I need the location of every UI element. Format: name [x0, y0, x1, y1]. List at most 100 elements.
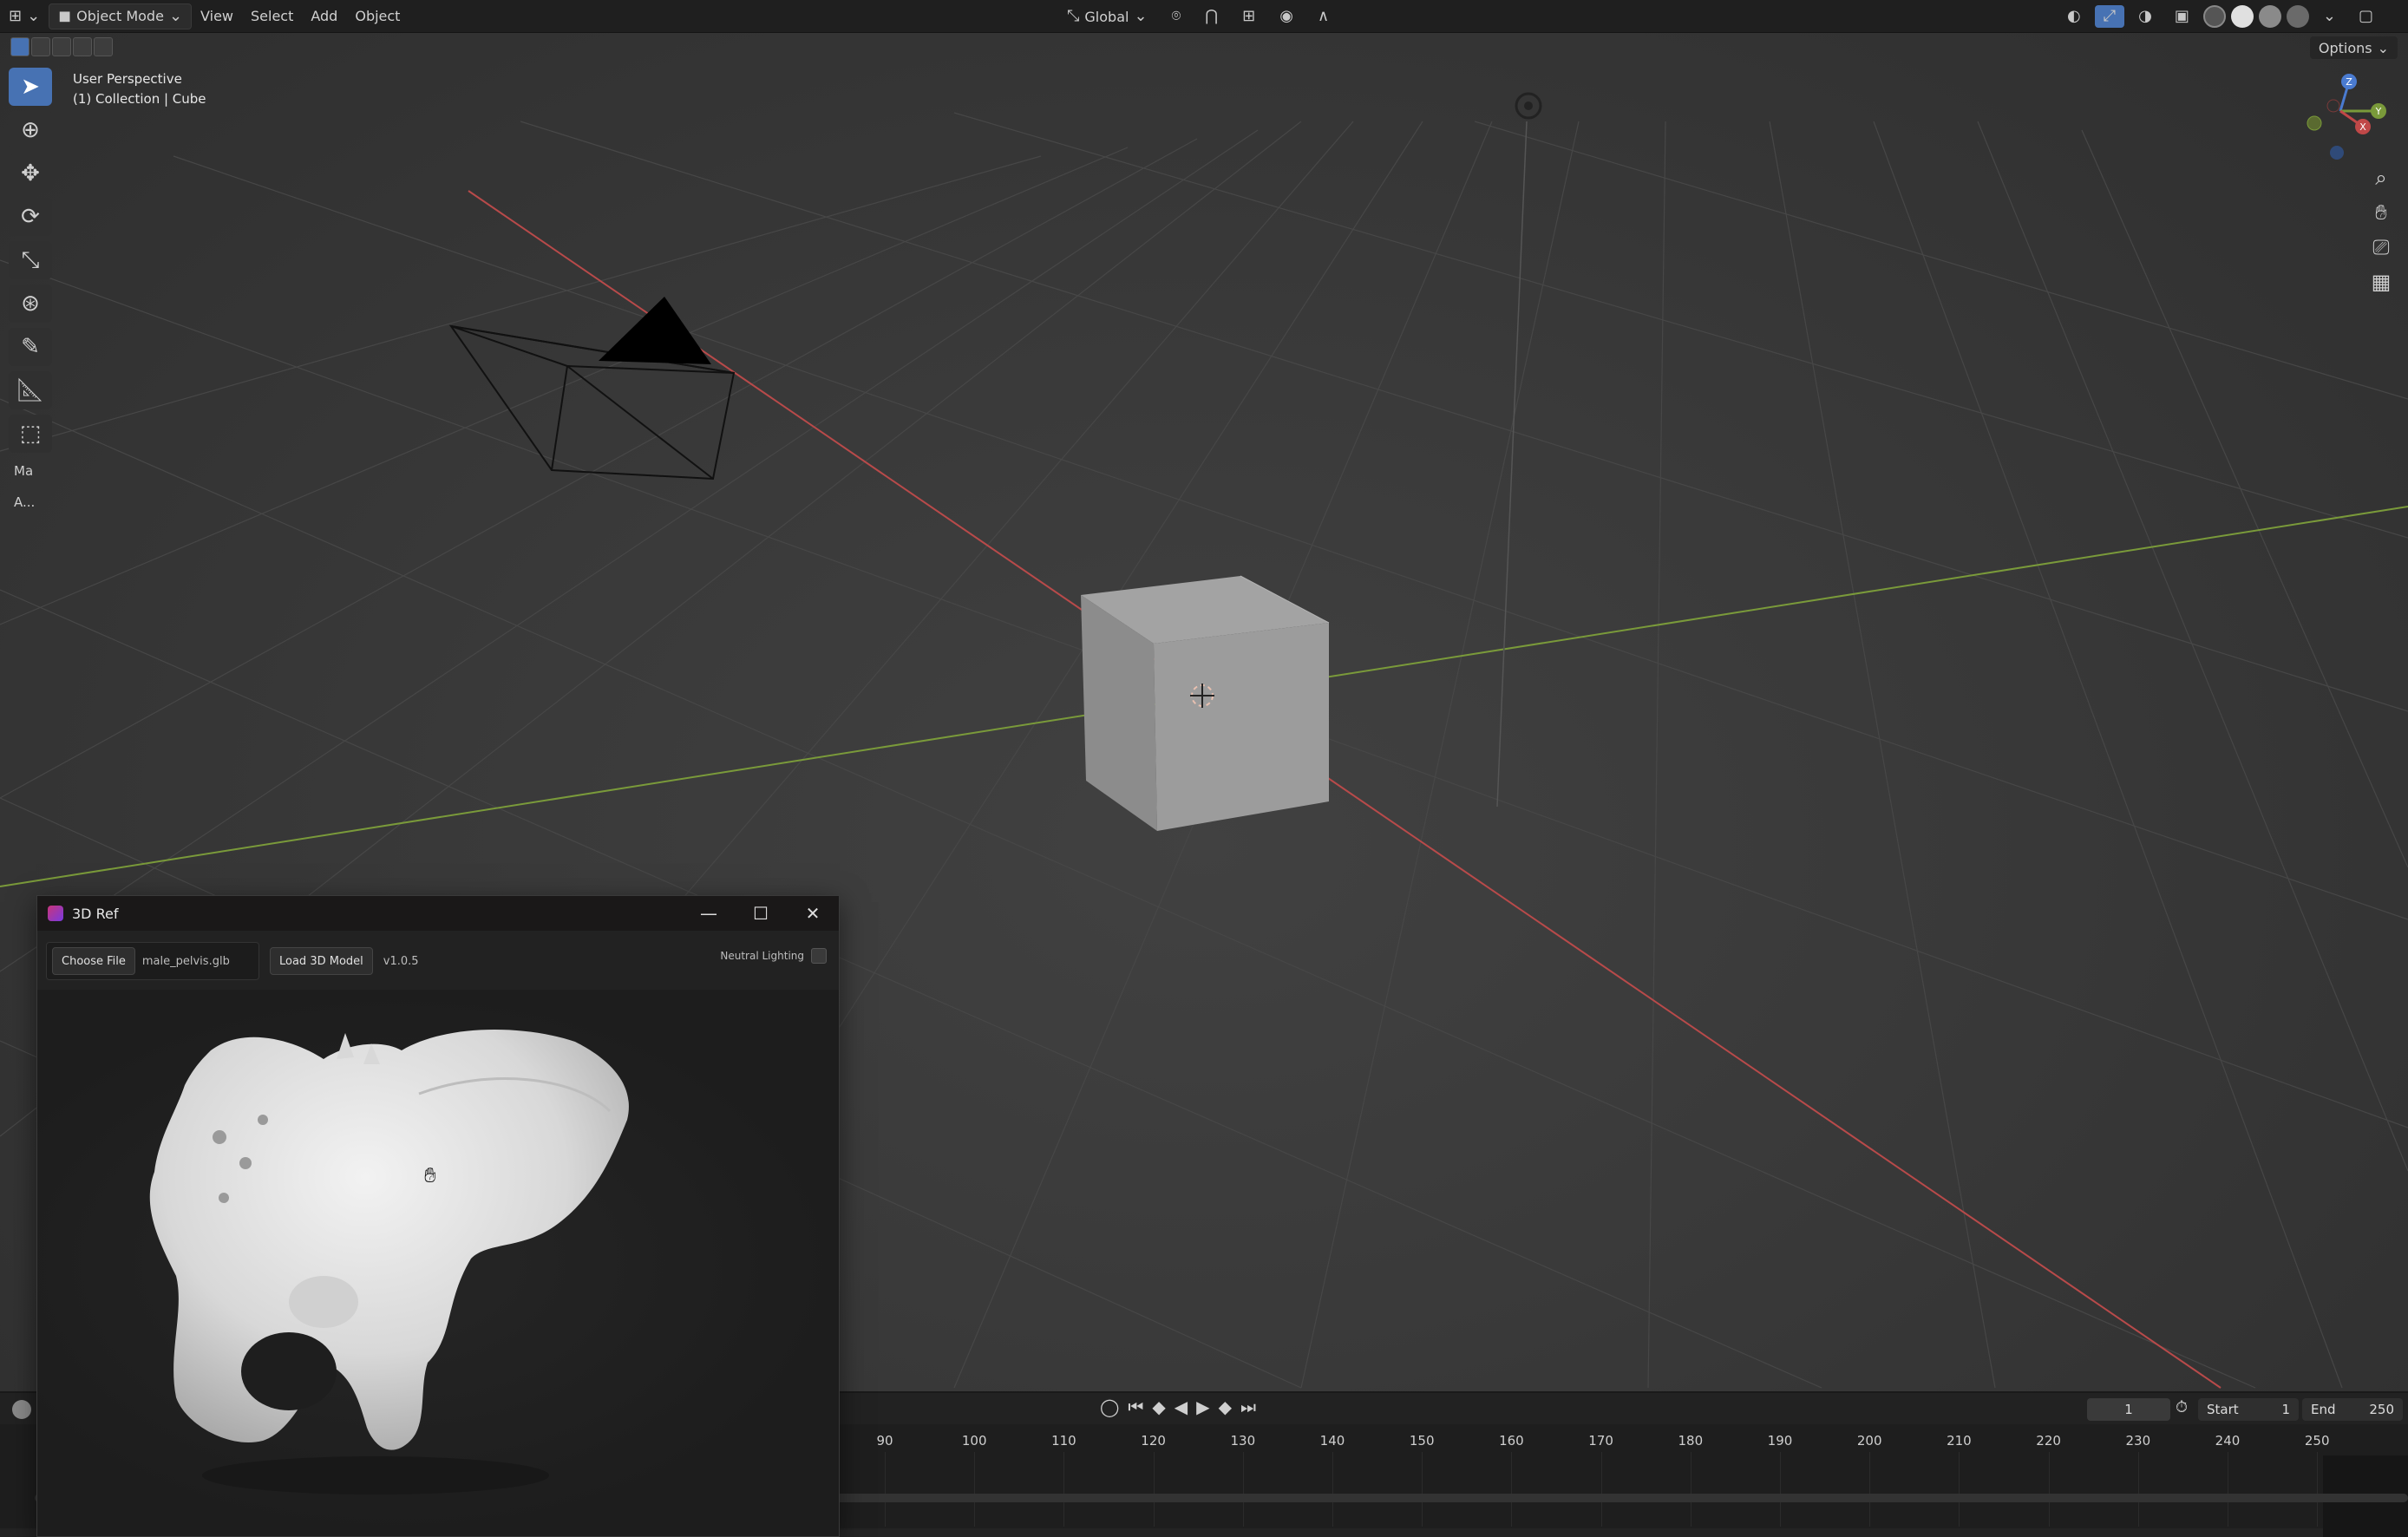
- rotate-icon: ⟳: [21, 204, 40, 230]
- version-label: v1.0.5: [383, 954, 419, 968]
- wireframe-shading-button[interactable]: [2202, 5, 2226, 28]
- options-dropdown[interactable]: Options ⌄: [2309, 36, 2398, 59]
- view-name: User Perspective: [73, 71, 182, 87]
- menu-add[interactable]: Add: [302, 3, 346, 29]
- jump-start-icon[interactable]: ⏮: [1128, 1396, 1143, 1417]
- navigation-gizmo[interactable]: Z Y X: [2288, 68, 2392, 172]
- play-reverse-icon[interactable]: ◀: [1175, 1396, 1188, 1417]
- jump-end-icon[interactable]: ⏭: [1240, 1396, 1256, 1417]
- addon-panel-toggle[interactable]: Ma: [9, 458, 52, 484]
- solid-shading-button[interactable]: [2230, 5, 2254, 28]
- selected-file-name: male_pelvis.glb: [141, 954, 230, 968]
- end-frame-field[interactable]: End 250: [2302, 1398, 2403, 1421]
- pivot-dropdown[interactable]: ⌾: [1163, 3, 1190, 29]
- cube-object: [1081, 575, 1330, 831]
- scale-tool-button[interactable]: ⤡: [9, 241, 52, 279]
- rotate-tool-button[interactable]: ⟳: [9, 198, 52, 236]
- tool-shelf: ➤ ⊕ ✥ ⟳ ⤡ ⊛ ✎ 📐︎ ⬚ Ma A...: [9, 68, 52, 515]
- pan-button[interactable]: ✋︎: [2365, 199, 2398, 226]
- cursor-tool-button[interactable]: ⊕: [9, 111, 52, 149]
- object-mode-icon: ◼: [58, 6, 72, 25]
- select-tool-button[interactable]: ➤: [9, 68, 52, 106]
- select-intersect-button[interactable]: [94, 37, 113, 56]
- next-keyframe-icon[interactable]: ◆: [1219, 1396, 1232, 1417]
- chevron-down-icon: ⌄: [2322, 7, 2336, 25]
- select-invert-button[interactable]: [73, 37, 92, 56]
- timeline-tick-label: 90: [876, 1433, 893, 1449]
- maximize-icon: ☐: [753, 903, 769, 924]
- options-label: Options: [2318, 39, 2372, 56]
- addon-panel-label: Ma: [14, 463, 34, 479]
- sidebar-toggle[interactable]: ▢: [2350, 3, 2382, 29]
- load-model-button[interactable]: Load 3D Model: [270, 947, 373, 975]
- addon-button[interactable]: A...: [9, 489, 52, 515]
- ortho-toggle-button[interactable]: ▦: [2365, 269, 2398, 295]
- orientation-dropdown[interactable]: ⤡ Global ⌄: [1058, 3, 1156, 29]
- minimize-button[interactable]: —: [684, 896, 733, 931]
- falloff-dropdown[interactable]: ∧: [1309, 3, 1338, 29]
- proportional-icon: ◉: [1279, 7, 1293, 25]
- move-icon: ✥: [21, 160, 40, 186]
- pivot-icon: ⌾: [1171, 7, 1181, 25]
- add-cube-tool-button[interactable]: ⬚: [9, 415, 52, 453]
- choose-file-button[interactable]: Choose File: [52, 947, 135, 975]
- current-frame-field[interactable]: 1: [2087, 1398, 2170, 1421]
- annotate-tool-button[interactable]: ✎: [9, 328, 52, 366]
- timeline-tick-line: [2048, 1452, 2050, 1527]
- start-frame-field[interactable]: Start 1: [2198, 1398, 2299, 1421]
- shading-options-dropdown[interactable]: ⌄: [2314, 3, 2345, 29]
- snap-toggle[interactable]: ⋂: [1196, 3, 1227, 29]
- material-shading-button[interactable]: [2258, 5, 2281, 28]
- transform-tool-button[interactable]: ⊛: [9, 285, 52, 323]
- hand-icon: ✋︎: [2375, 200, 2387, 225]
- camera-view-button[interactable]: ⎚: [2365, 234, 2398, 260]
- magnet-icon: ⋂: [1205, 7, 1219, 25]
- stopwatch-icon[interactable]: ⏱: [2176, 1398, 2188, 1416]
- measure-tool-button[interactable]: 📐︎: [9, 371, 52, 409]
- header-bar: ⊞ ⌄ ◼ Object Mode ⌄ View Select Add Obje…: [0, 0, 2408, 33]
- gizmo-toggle[interactable]: ⤢: [2094, 5, 2125, 28]
- ref-toolbar: Choose File male_pelvis.glb Load 3D Mode…: [46, 941, 827, 981]
- keyframe-record-icon[interactable]: ◯: [1100, 1396, 1119, 1417]
- select-subtract-button[interactable]: [52, 37, 71, 56]
- timeline-tick-label: 170: [1588, 1433, 1613, 1449]
- snap-icon: ⊞: [1242, 7, 1256, 25]
- model-preview-canvas[interactable]: ✋︎: [37, 990, 839, 1536]
- editor-type-button[interactable]: ⊞ ⌄: [0, 3, 49, 29]
- rendered-shading-button[interactable]: [2286, 5, 2309, 28]
- mode-dropdown[interactable]: ◼ Object Mode ⌄: [49, 3, 193, 29]
- add-cube-icon: ⬚: [19, 421, 42, 447]
- play-icon[interactable]: ▶: [1196, 1396, 1209, 1417]
- proportional-edit-toggle[interactable]: ◉: [1271, 3, 1302, 29]
- visibility-dropdown[interactable]: ◐: [2058, 3, 2090, 29]
- select-new-button[interactable]: [10, 37, 29, 56]
- move-tool-button[interactable]: ✥: [9, 154, 52, 193]
- timeline-tick-label: 140: [1319, 1433, 1345, 1449]
- timeline-editor-type-icon[interactable]: [12, 1400, 31, 1419]
- gizmo-icon: ⤢: [2103, 7, 2117, 25]
- snap-dropdown[interactable]: ⊞: [1233, 3, 1264, 29]
- timeline-tick-label: 100: [961, 1433, 987, 1449]
- xray-toggle[interactable]: ▣: [2166, 3, 2198, 29]
- maximize-button[interactable]: ☐: [736, 896, 785, 931]
- overlay-toggle[interactable]: ◑: [2130, 3, 2161, 29]
- selection-mode-buttons: [10, 37, 113, 56]
- menu-select[interactable]: Select: [242, 3, 302, 29]
- neutral-lighting-checkbox[interactable]: [811, 948, 827, 964]
- select-extend-button[interactable]: [31, 37, 50, 56]
- close-button[interactable]: ✕: [788, 896, 837, 931]
- mode-label: Object Mode: [76, 8, 164, 24]
- prev-keyframe-icon[interactable]: ◆: [1152, 1396, 1165, 1417]
- navigation-buttons: ⌕ ✋︎ ⎚ ▦: [2365, 165, 2398, 295]
- timeline-tick-line: [1422, 1452, 1423, 1527]
- transform-icon: ⊛: [21, 291, 40, 317]
- timeline-tick-label: 130: [1230, 1433, 1256, 1449]
- menu-view[interactable]: View: [192, 3, 242, 29]
- neutral-lighting-toggle[interactable]: Neutral Lighting: [720, 948, 827, 964]
- pencil-icon: ✎: [21, 334, 40, 360]
- menu-object[interactable]: Object: [346, 3, 409, 29]
- timeline-tick-line: [1063, 1452, 1065, 1527]
- falloff-icon: ∧: [1317, 7, 1330, 25]
- xray-icon: ▣: [2174, 7, 2189, 25]
- zoom-button[interactable]: ⌕: [2365, 165, 2398, 191]
